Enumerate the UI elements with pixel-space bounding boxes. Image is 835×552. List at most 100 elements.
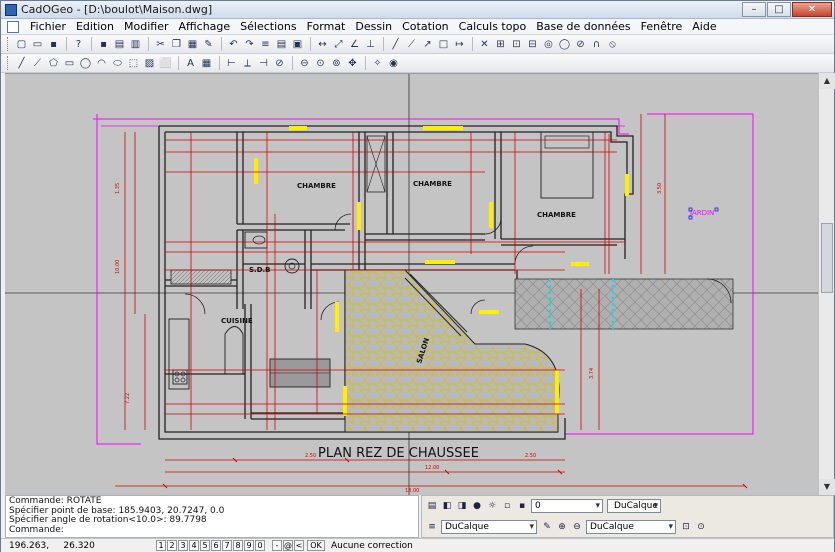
bulb-icon[interactable]: ● xyxy=(471,500,483,512)
menu-dessin[interactable]: Dessin xyxy=(350,20,397,33)
draw-ellipse-icon[interactable]: ⬭ xyxy=(110,56,125,71)
dimension-linear-icon[interactable]: ↔ xyxy=(315,37,330,52)
zoom-extents-icon[interactable]: ⊙ xyxy=(313,56,328,71)
snap-button-9[interactable]: 9 xyxy=(244,540,254,551)
block-icon[interactable]: ▣ xyxy=(290,37,305,52)
target-icon[interactable]: ◉ xyxy=(386,56,401,71)
dim-radius-icon[interactable]: ⊘ xyxy=(272,56,287,71)
snap-button-1[interactable]: 1 xyxy=(156,540,166,551)
color-select[interactable]: DuCalque xyxy=(607,499,661,513)
lock-icon[interactable]: ▫ xyxy=(501,500,513,512)
rectangle-icon[interactable]: □ xyxy=(436,37,451,52)
paste-icon[interactable]: ▦ xyxy=(185,37,200,52)
draw-circle-icon[interactable]: ◯ xyxy=(78,56,93,71)
line-icon[interactable]: ╱ xyxy=(388,37,403,52)
maximize-button[interactable]: □ xyxy=(767,2,791,17)
snap-button-6[interactable]: 6 xyxy=(211,540,221,551)
copy-icon[interactable]: ❐ xyxy=(169,37,184,52)
snap-grid-icon[interactable]: ⊞ xyxy=(493,37,508,52)
snap-button-at[interactable]: @ xyxy=(283,540,293,551)
linetype-select[interactable]: DuCalque xyxy=(441,520,537,534)
layer-select[interactable]: 0 xyxy=(531,499,603,513)
ok-button[interactable]: OK xyxy=(307,540,325,551)
drawing-canvas[interactable]: 1.35 10.00 7.22 2.50 12.00 18.00 2.50 3.… xyxy=(5,73,818,495)
zoom-previous-icon[interactable]: ⊚ xyxy=(329,56,344,71)
draw-xline-icon[interactable]: ⟋ xyxy=(30,56,45,71)
draw-line-icon[interactable]: ╱ xyxy=(14,56,29,71)
disk-icon[interactable]: ▪ xyxy=(96,37,111,52)
draw-wipeout-icon[interactable]: ⬜ xyxy=(158,56,173,71)
print-layer-icon[interactable]: ▪ xyxy=(516,500,528,512)
snap-button-5[interactable]: 5 xyxy=(200,540,210,551)
menu-calculs-topo[interactable]: Calculs topo xyxy=(454,20,532,33)
menu-fichier[interactable]: Fichier xyxy=(25,20,71,33)
print-preview-icon[interactable]: ▥ xyxy=(128,37,143,52)
magic-wand-icon[interactable]: ✧ xyxy=(370,56,385,71)
menu-modifier[interactable]: Modifier xyxy=(119,20,173,33)
properties-icon[interactable]: ▤ xyxy=(274,37,289,52)
redo-icon[interactable]: ↷ xyxy=(242,37,257,52)
floor-plan-svg[interactable]: 1.35 10.00 7.22 2.50 12.00 18.00 2.50 3.… xyxy=(5,74,818,495)
lineweight-select[interactable]: DuCalque xyxy=(586,520,676,534)
layers-icon[interactable]: ≡ xyxy=(258,37,273,52)
dim-horizontal-icon[interactable]: ⊢ xyxy=(224,56,239,71)
zoom-window-icon[interactable]: ⊡ xyxy=(680,521,692,533)
menu-base-de-donnees[interactable]: Base de données xyxy=(531,20,635,33)
menu-affichage[interactable]: Affichage xyxy=(174,20,236,33)
snap-button-minus[interactable]: - xyxy=(272,540,282,551)
snap-button-4[interactable]: 4 xyxy=(189,540,199,551)
cut-icon[interactable]: ✂ xyxy=(153,37,168,52)
toolbar-grip[interactable] xyxy=(7,37,10,51)
snap-button-angle[interactable]: < xyxy=(294,540,304,551)
polyline-icon[interactable]: ⟋ xyxy=(404,37,419,52)
vertical-scrollbar[interactable]: ▲ ▼ xyxy=(818,73,835,495)
text-icon[interactable]: A xyxy=(183,56,198,71)
dim-baseline-icon[interactable]: ⟂ xyxy=(240,56,255,71)
draw-rectangle-icon[interactable]: ▭ xyxy=(62,56,77,71)
draw-hatch-icon[interactable]: ▨ xyxy=(142,56,157,71)
linetype-manager-icon[interactable]: ≡ xyxy=(426,521,438,533)
minimize-button[interactable]: – xyxy=(742,2,766,17)
open-folder-icon[interactable]: ▭ xyxy=(30,37,45,52)
undo-icon[interactable]: ↶ xyxy=(226,37,241,52)
draw-region-icon[interactable]: ⬚ xyxy=(126,56,141,71)
match-properties-icon[interactable]: ✎ xyxy=(201,37,216,52)
label-jardin[interactable]: JARDIN xyxy=(689,209,714,217)
snap-circle-icon[interactable]: ◯ xyxy=(557,37,572,52)
snap-endpoint-icon[interactable]: ⊡ xyxy=(509,37,524,52)
pan-icon[interactable]: ✥ xyxy=(345,56,360,71)
sun-icon[interactable]: ☼ xyxy=(486,500,498,512)
snap-center-icon[interactable]: ◎ xyxy=(541,37,556,52)
scroll-thumb[interactable] xyxy=(821,223,833,293)
close-button[interactable]: ✕ xyxy=(792,2,832,17)
document-icon[interactable] xyxy=(7,20,19,33)
menu-aide[interactable]: Aide xyxy=(687,20,721,33)
table-icon[interactable]: ▦ xyxy=(199,56,214,71)
new-file-icon[interactable]: ▢ xyxy=(14,37,29,52)
move-icon[interactable]: ↦ xyxy=(452,37,467,52)
crosshair-icon[interactable]: ✕ xyxy=(477,37,492,52)
snap-tangent-icon[interactable]: ⊘ xyxy=(573,37,588,52)
dimension-angular-icon[interactable]: ∠ xyxy=(347,37,362,52)
help-icon[interactable]: ? xyxy=(71,37,86,52)
snap-button-7[interactable]: 7 xyxy=(222,540,232,551)
menu-fenetre[interactable]: Fenêtre xyxy=(636,20,688,33)
ray-icon[interactable]: ↗ xyxy=(420,37,435,52)
zoom-window-icon[interactable]: ⊖ xyxy=(297,56,312,71)
zoom-prev-icon[interactable]: ⊙ xyxy=(695,521,707,533)
command-history[interactable]: Commande: ROTATE Spécifier point de base… xyxy=(5,495,419,538)
snap-button-2[interactable]: 2 xyxy=(167,540,177,551)
draw-arc-icon[interactable]: ◠ xyxy=(94,56,109,71)
snap-off-icon[interactable]: ⦸ xyxy=(605,37,620,52)
save-icon[interactable]: ▪ xyxy=(46,37,61,52)
toolbar-grip[interactable] xyxy=(7,56,10,70)
snap-midpoint-icon[interactable]: ⊟ xyxy=(525,37,540,52)
menu-format[interactable]: Format xyxy=(302,20,351,33)
command-input[interactable]: Commande: xyxy=(9,525,415,536)
snap-magnet-icon[interactable]: ∩ xyxy=(589,37,604,52)
scroll-up-icon[interactable]: ▲ xyxy=(819,73,835,89)
pencil-icon[interactable]: ✎ xyxy=(541,521,553,533)
print-icon[interactable]: ▤ xyxy=(112,37,127,52)
snap-button-8[interactable]: 8 xyxy=(233,540,243,551)
menu-edition[interactable]: Edition xyxy=(71,20,119,33)
